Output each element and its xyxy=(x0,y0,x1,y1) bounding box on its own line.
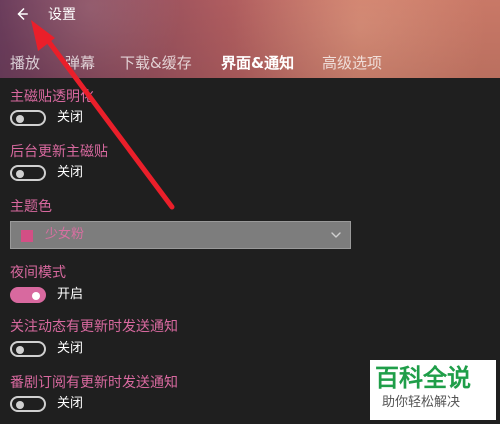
followed-updates-notify-toggle[interactable] xyxy=(10,341,46,357)
background-tile-update-label: 后台更新主磁贴 xyxy=(10,144,108,160)
subscribed-drama-notify-toggle-row[interactable]: 关闭 xyxy=(10,395,130,415)
theme-color-select[interactable]: 少女粉 xyxy=(10,221,351,249)
theme-color-value: 少女粉 xyxy=(45,227,85,242)
tab-danmaku[interactable]: 弹幕 xyxy=(65,50,95,76)
subscribed-drama-notify-toggle[interactable] xyxy=(10,396,46,412)
background-tile-update-toggle[interactable] xyxy=(10,165,46,181)
tile-transparency-state: 关闭 xyxy=(57,110,84,125)
toggle-knob xyxy=(32,292,40,300)
night-mode-state: 开启 xyxy=(57,287,84,302)
arrow-left-icon xyxy=(12,5,30,23)
tab-advanced-options[interactable]: 高级选项 xyxy=(322,50,382,76)
toggle-knob xyxy=(16,170,24,178)
background-tile-update-toggle-row[interactable]: 关闭 xyxy=(10,164,130,184)
toggle-knob xyxy=(16,401,24,409)
toggle-knob xyxy=(16,346,24,354)
subscribed-drama-notify-label: 番剧订阅有更新时发送通知 xyxy=(10,375,178,391)
night-mode-toggle[interactable] xyxy=(10,287,46,303)
back-button[interactable] xyxy=(10,3,32,25)
followed-updates-notify-label: 关注动态有更新时发送通知 xyxy=(10,319,178,335)
chevron-down-icon xyxy=(330,229,342,241)
brand-watermark-subtitle: 助你轻松解决 xyxy=(382,395,461,410)
background-tile-update-state: 关闭 xyxy=(57,165,84,180)
settings-tabs: 播放 弹幕 下载&缓存 界面&通知 高级选项 xyxy=(0,50,500,76)
night-mode-toggle-row[interactable]: 开启 xyxy=(10,286,130,306)
night-mode-label: 夜间模式 xyxy=(10,265,66,281)
theme-color-label: 主题色 xyxy=(10,199,52,215)
tab-interface-notifications[interactable]: 界面&通知 xyxy=(221,50,294,76)
subscribed-drama-notify-state: 关闭 xyxy=(57,396,84,411)
theme-color-swatch xyxy=(21,230,33,242)
settings-header: 设置 播放 弹幕 下载&缓存 界面&通知 高级选项 xyxy=(0,0,500,78)
settings-window: 设置 播放 弹幕 下载&缓存 界面&通知 高级选项 主磁贴透明化 关闭 后台更新… xyxy=(0,0,500,424)
toggle-knob xyxy=(16,115,24,123)
title-bar: 设置 xyxy=(0,0,500,32)
followed-updates-notify-toggle-row[interactable]: 关闭 xyxy=(10,340,130,360)
page-title: 设置 xyxy=(48,7,76,23)
brand-watermark-title: 百科全说 xyxy=(375,364,471,392)
tile-transparency-toggle[interactable] xyxy=(10,110,46,126)
tile-transparency-label: 主磁贴透明化 xyxy=(10,89,94,105)
brand-watermark: 百科全说 助你轻松解决 xyxy=(370,360,496,420)
followed-updates-notify-state: 关闭 xyxy=(57,341,84,356)
tile-transparency-toggle-row[interactable]: 关闭 xyxy=(10,109,130,129)
tab-download-cache[interactable]: 下载&缓存 xyxy=(120,50,192,76)
tab-playback[interactable]: 播放 xyxy=(10,50,40,76)
